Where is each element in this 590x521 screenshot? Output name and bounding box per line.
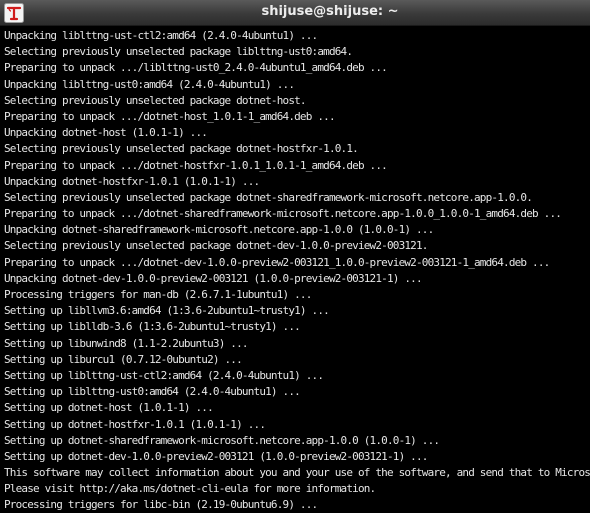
terminal-line: Unpacking dotnet-hostfxr-1.0.1 (1.0.1-1)…	[4, 174, 260, 188]
terminal-line: Setting up dotnet-dev-1.0.0-preview2-003…	[4, 449, 428, 463]
terminal-line: Please visit http://aka.ms/dotnet-cli-eu…	[4, 482, 376, 496]
terminal-output[interactable]: Unpacking liblttng-ust-ctl2:amd64 (2.4.0…	[0, 26, 590, 513]
terminal-line: Setting up liblttng-ust0:amd64 (2.4.0-4u…	[4, 385, 301, 399]
terminal-line: Unpacking dotnet-dev-1.0.0-preview2-0031…	[4, 271, 423, 285]
terminal-line: Processing triggers for man-db (2.6.7.1-…	[4, 288, 312, 301]
terminal-line: Preparing to unpack .../liblttng-ust0_2.…	[4, 61, 388, 75]
terminal-line: Setting up liblttng-ust-ctl2:amd64 (2.4.…	[4, 368, 324, 382]
terminal-line: Selecting previously unselected package …	[4, 45, 353, 59]
terminal-line: Setting up liburcu1 (0.7.12-0ubuntu2) ..…	[4, 352, 243, 366]
terminal-window: shijuse@shijuse: ~ Unpacking liblttng-us…	[0, 0, 590, 521]
terminal-line: Preparing to unpack .../dotnet-dev-1.0.0…	[4, 255, 550, 269]
terminal-line: Selecting previously unselected package …	[4, 239, 428, 253]
terminal-line: Setting up dotnet-host (1.0.1-1) ...	[4, 401, 214, 415]
window-title: shijuse@shijuse: ~	[261, 4, 399, 19]
title-bar[interactable]: shijuse@shijuse: ~	[0, 0, 590, 26]
terminal-line: Selecting previously unselected package …	[4, 142, 359, 156]
terminal-line: Setting up libunwind8 (1.1-2.2ubuntu3) .…	[4, 336, 249, 350]
terminal-line: Preparing to unpack .../dotnet-hostfxr-1…	[4, 158, 388, 172]
terminal-line: Processing triggers for libc-bin (2.19-0…	[4, 498, 318, 512]
terminal-line: Unpacking dotnet-sharedframework-microso…	[4, 223, 434, 237]
terminal-line: Unpacking liblttng-ust-ctl2:amd64 (2.4.0…	[4, 29, 318, 42]
terminal-line: Setting up dotnet-sharedframework-micros…	[4, 433, 440, 447]
terminal-line: This software may collect information ab…	[4, 466, 590, 480]
terminal-line: Selecting previously unselected package …	[4, 93, 307, 107]
terminal-line: Preparing to unpack .../dotnet-sharedfra…	[4, 207, 562, 221]
terminal-line: Setting up liblldb-3.6 (1:3.6-2ubuntu1~t…	[4, 320, 301, 334]
terminal-line: Setting up libllvm3.6:amd64 (1:3.6-2ubun…	[4, 304, 330, 318]
bottom-edge	[0, 513, 590, 521]
terminal-line: Preparing to unpack .../dotnet-host_1.0.…	[4, 109, 336, 123]
terminal-line: Unpacking dotnet-host (1.0.1-1) ...	[4, 126, 208, 140]
terminal-line: Setting up dotnet-hostfxr-1.0.1 (1.0.1-1…	[4, 417, 266, 431]
terminal-line: Selecting previously unselected package …	[4, 190, 533, 204]
terminal-line: Unpacking liblttng-ust0:amd64 (2.4.0-4ub…	[4, 77, 295, 91]
